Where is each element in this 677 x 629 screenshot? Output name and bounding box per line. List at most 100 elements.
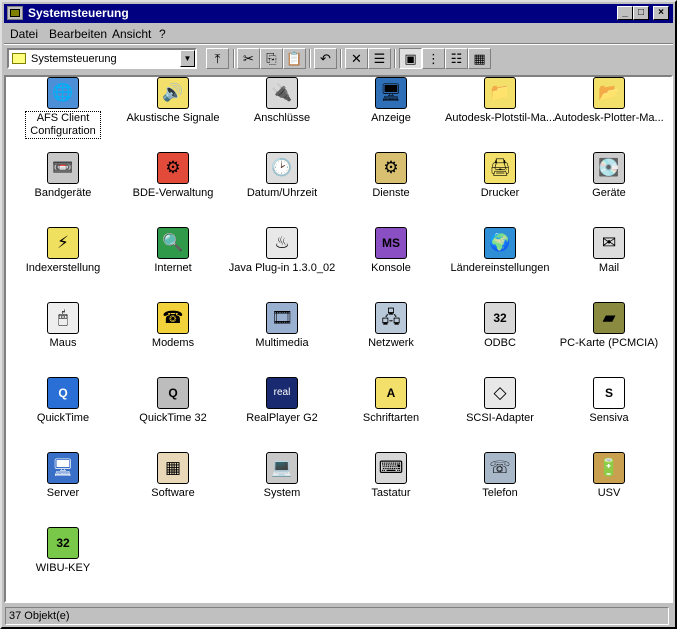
control-panel-item[interactable]: 📁 Autodesk-Plotstil-Ma... xyxy=(445,77,555,147)
control-panel-item[interactable]: real RealPlayer G2 xyxy=(227,377,337,447)
maximize-button[interactable]: □ xyxy=(633,6,649,20)
copy-button[interactable]: ⎘ xyxy=(260,48,283,69)
item-label: Bandgeräte xyxy=(34,187,92,199)
sensiva-document-icon: S xyxy=(593,377,625,409)
scsi-adapter-icon: ◇ xyxy=(484,377,516,409)
multimedia-icon: 🎞 xyxy=(266,302,298,334)
control-panel-item[interactable]: 32 WIBU-KEY xyxy=(8,527,118,597)
quicktime-icon: Q xyxy=(47,377,79,409)
delete-button[interactable]: ✕ xyxy=(345,48,368,69)
network-computers-icon: 🖧 xyxy=(375,302,407,334)
control-panel-item[interactable]: ▦ Software xyxy=(118,452,228,522)
control-panel-item[interactable]: 🖥 Server xyxy=(8,452,118,522)
java-duke-icon: ♨ xyxy=(266,227,298,259)
close-button[interactable]: × xyxy=(653,6,669,20)
control-panel-item[interactable]: A Schriftarten xyxy=(336,377,446,447)
menu-bearbeiten[interactable]: Bearbeiten xyxy=(49,27,107,41)
control-panel-item[interactable]: 🌍 Ländereinstellungen xyxy=(445,227,555,297)
plotter-folder-icon: 📂 xyxy=(593,77,625,109)
keyboard-icon: ⌨ xyxy=(375,452,407,484)
item-label: Schriftarten xyxy=(362,412,420,424)
control-panel-item[interactable]: S Sensiva xyxy=(554,377,664,447)
mouse-icon: 🖱 xyxy=(47,302,79,334)
plot-folder-icon: 📁 xyxy=(484,77,516,109)
large-icons-button[interactable]: ▣ xyxy=(399,48,422,69)
item-label: Anschlüsse xyxy=(253,112,311,124)
control-panel-item[interactable]: 🖧 Netzwerk xyxy=(336,302,446,372)
control-panel-item[interactable]: 📼 Bandgeräte xyxy=(8,152,118,222)
cut-button[interactable]: ✂ xyxy=(237,48,260,69)
control-panel-item[interactable]: 🎞 Multimedia xyxy=(227,302,337,372)
control-panel-item[interactable]: ☎ Modems xyxy=(118,302,228,372)
control-panel-item[interactable]: 💽 Geräte xyxy=(554,152,664,222)
control-panel-item[interactable]: 🖥 Anzeige xyxy=(336,77,446,147)
paste-button[interactable]: 📋 xyxy=(283,48,306,69)
control-panel-item[interactable]: 🔊 Akustische Signale xyxy=(118,77,228,147)
undo-button[interactable]: ↶ xyxy=(314,48,337,69)
control-panel-item[interactable]: 🔍 Internet xyxy=(118,227,228,297)
details-view-button[interactable]: ▦ xyxy=(468,48,491,69)
control-panel-item[interactable]: 🔌 Anschlüsse xyxy=(227,77,337,147)
item-label: Mail xyxy=(598,262,620,274)
control-panel-item[interactable]: ✉ Mail xyxy=(554,227,664,297)
tape-drive-icon: 📼 xyxy=(47,152,79,184)
control-panel-item[interactable]: 🕑 Datum/Uhrzeit xyxy=(227,152,337,222)
control-panel-item[interactable]: ⚙ BDE-Verwaltung xyxy=(118,152,228,222)
title-bar[interactable]: Systemsteuerung _ □ × xyxy=(4,4,673,23)
item-label: Autodesk-Plotter-Ma... xyxy=(554,112,664,124)
control-panel-item[interactable]: MS Konsole xyxy=(336,227,446,297)
address-combobox[interactable]: Systemsteuerung ▼ xyxy=(7,48,197,69)
control-panel-item[interactable]: ▰ PC-Karte (PCMCIA) xyxy=(554,302,664,372)
minimize-button[interactable]: _ xyxy=(617,6,633,20)
item-label: RealPlayer G2 xyxy=(246,412,318,424)
status-text: 37 Objekt(e) xyxy=(5,607,669,625)
menu-help[interactable]: ? xyxy=(159,27,166,41)
list-view-button[interactable]: ☷ xyxy=(445,48,468,69)
control-panel-item[interactable]: Q QuickTime xyxy=(8,377,118,447)
pc-card-icon: ▰ xyxy=(593,302,625,334)
control-panel-item[interactable]: ⚙ Dienste xyxy=(336,152,446,222)
control-panel-item[interactable]: ⌨ Tastatur xyxy=(336,452,446,522)
item-label: Software xyxy=(151,487,195,499)
folder-icon xyxy=(12,53,26,64)
item-label: Java Plug-in 1.3.0_02 xyxy=(228,262,336,274)
item-label: Indexerstellung xyxy=(25,262,101,274)
item-label: Server xyxy=(46,487,80,499)
control-panel-item[interactable]: ☏ Telefon xyxy=(445,452,555,522)
control-panel-item[interactable]: 💻 System xyxy=(227,452,337,522)
chevron-down-icon[interactable]: ▼ xyxy=(180,50,195,67)
item-label: Dienste xyxy=(372,187,410,199)
control-panel-item[interactable]: Q QuickTime 32 xyxy=(118,377,228,447)
up-folder-button[interactable]: ⤒ xyxy=(206,48,229,69)
menu-ansicht[interactable]: Ansicht xyxy=(112,27,151,41)
control-panel-item[interactable]: ◇ SCSI-Adapter xyxy=(445,377,555,447)
realplayer-icon: real xyxy=(266,377,298,409)
database-admin-icon: ⚙ xyxy=(157,152,189,184)
control-panel-item[interactable]: 🔋 USV xyxy=(554,452,664,522)
control-panel-item[interactable]: 📂 Autodesk-Plotter-Ma... xyxy=(554,77,664,147)
icon-view[interactable]: 🌐 AFS Client Configuration 🔊 Akustische Sig… xyxy=(4,75,673,603)
item-label: Telefon xyxy=(482,487,518,499)
server-hand-icon: 🖥 xyxy=(47,452,79,484)
quicktime32-icon: Q xyxy=(157,377,189,409)
printer-folder-icon: 🖨 xyxy=(484,152,516,184)
item-label: Modems xyxy=(151,337,195,349)
menu-datei[interactable]: Datei xyxy=(10,27,38,41)
binoculars-icon: ⚡ xyxy=(47,227,79,259)
item-label: Netzwerk xyxy=(368,337,414,349)
item-label: Akustische Signale xyxy=(126,112,220,124)
window: Systemsteuerung _ □ × Datei Bearbeiten A… xyxy=(0,0,677,629)
control-panel-item[interactable]: 32 ODBC xyxy=(445,302,555,372)
control-panel-item[interactable]: ♨ Java Plug-in 1.3.0_02 xyxy=(227,227,337,297)
toolbar-separator xyxy=(309,49,311,68)
item-label: Geräte xyxy=(592,187,626,199)
small-icons-button[interactable]: ⋮ xyxy=(422,48,445,69)
control-panel-item[interactable]: 🖱 Maus xyxy=(8,302,118,372)
control-panel-item[interactable]: 🌐 AFS Client Configuration xyxy=(8,77,118,147)
cable-plug-icon: 🔌 xyxy=(266,77,298,109)
properties-button[interactable]: ☰ xyxy=(368,48,391,69)
globe-computer-icon: 🌐 xyxy=(47,77,79,109)
control-panel-item[interactable]: 🖨 Drucker xyxy=(445,152,555,222)
control-panel-item[interactable]: ⚡ Indexerstellung xyxy=(8,227,118,297)
control-panel-icon[interactable] xyxy=(7,6,23,20)
